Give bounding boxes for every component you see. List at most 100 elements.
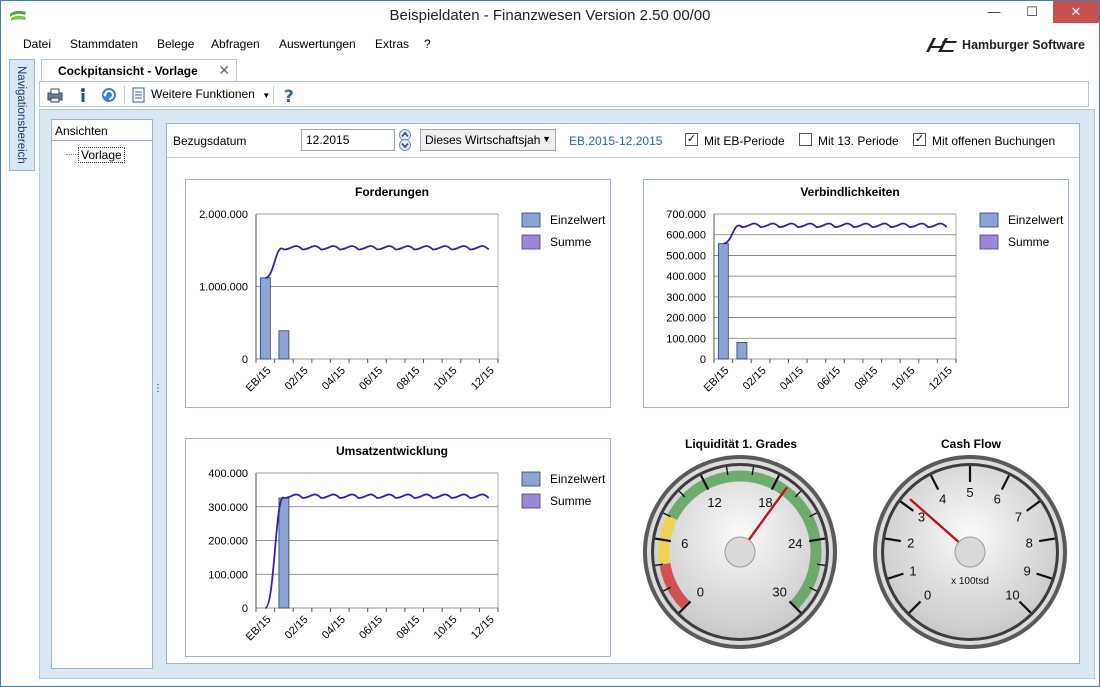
x-tick-label: 02/15 xyxy=(741,365,769,393)
eb-period-label: Mit EB-Periode xyxy=(704,134,785,148)
gauge-hub xyxy=(954,536,986,568)
y-tick-label: 2.000.000 xyxy=(199,209,248,221)
chart-title: Umsatzentwicklung xyxy=(336,444,448,458)
tab-close-icon[interactable]: ✕ xyxy=(218,62,230,79)
info-icon[interactable] xyxy=(74,86,92,104)
x-tick-label: 10/15 xyxy=(432,614,460,642)
x-tick-label: 04/15 xyxy=(778,365,806,393)
legend-swatch-einzelwert xyxy=(521,471,541,487)
chart-forderungen-svg: Forderungen 0 1.000.000 2.000.000 EB/15 02/15… xyxy=(199,185,606,395)
legend-label-summe: Summe xyxy=(550,494,592,508)
printer-icon[interactable] xyxy=(46,86,64,104)
filter-row: Bezugsdatum 12.2015 Dieses Wirtschaftsja… xyxy=(167,124,1079,158)
window-title: Beispieldaten - Finanzwesen Version 2.50… xyxy=(389,7,711,24)
tab-label: Cockpitansicht - Vorlage xyxy=(58,64,198,78)
gauge-cashflow-title: Cash Flow xyxy=(940,437,1001,451)
y-tick-label: 300.000 xyxy=(208,502,248,514)
gauge-scale-label: 6 xyxy=(994,492,1001,507)
checkmark-icon: ✓ xyxy=(914,133,925,145)
x-tick-label: 06/15 xyxy=(815,365,843,393)
more-functions-label: Weitere Funktionen xyxy=(151,87,255,101)
legend-label-summe: Summe xyxy=(1008,235,1050,249)
gauge-scale-label: 8 xyxy=(1026,536,1033,551)
gauge-scale-label: 18 xyxy=(758,495,772,510)
period13-label: Mit 13. Periode xyxy=(818,134,899,148)
legend-swatch-einzelwert xyxy=(521,212,541,228)
x-tick-label: EB/15 xyxy=(702,365,732,395)
date-spinner[interactable] xyxy=(397,129,413,151)
x-tick-label: 10/15 xyxy=(890,365,918,393)
tree-item-vorlage[interactable]: Vorlage xyxy=(78,147,125,163)
legend-swatch-summe xyxy=(979,234,999,250)
y-tick-label: 400.000 xyxy=(666,271,706,283)
period-select-value: Dieses Wirtschaftsjah xyxy=(425,133,541,147)
more-functions-dropdown[interactable]: Weitere Funktionen ▼ xyxy=(151,87,270,101)
title-bar: Beispieldaten - Finanzwesen Version 2.50… xyxy=(1,1,1099,31)
menu-bar: Datei Stammdaten Belege Abfragen Auswert… xyxy=(9,33,1093,55)
navigation-sidebar-toggle[interactable]: Navigationsbereich xyxy=(9,59,35,171)
legend-label-einzelwert: Einzelwert xyxy=(1008,213,1064,227)
gauge-scale-label: 0 xyxy=(924,587,931,602)
x-tick-label: 02/15 xyxy=(283,614,311,642)
gauge-scale-label: 30 xyxy=(772,585,786,600)
x-tick-label: EB/15 xyxy=(244,614,274,644)
menu-help[interactable]: ? xyxy=(424,37,431,51)
bar-einzelwert xyxy=(736,342,748,360)
gauge-scale-label: 4 xyxy=(939,492,946,507)
x-tick-label: 04/15 xyxy=(320,365,348,393)
brand-name: Hamburger Software xyxy=(962,38,1085,52)
menu-belege[interactable]: Belege xyxy=(157,37,194,51)
menu-auswertungen[interactable]: Auswertungen xyxy=(279,37,356,51)
period-select[interactable]: Dieses Wirtschaftsjah ▼ xyxy=(420,129,556,151)
open-bookings-label: Mit offenen Buchungen xyxy=(932,134,1056,148)
bar-einzelwert xyxy=(278,497,290,609)
refresh-icon[interactable] xyxy=(100,86,118,104)
reference-date-input[interactable]: 12.2015 xyxy=(301,129,395,151)
legend-label-einzelwert: Einzelwert xyxy=(550,213,606,227)
y-tick-label: 100.000 xyxy=(666,333,706,345)
app-window: Beispieldaten - Finanzwesen Version 2.50… xyxy=(0,0,1100,687)
chevron-down-icon: ▼ xyxy=(262,91,271,100)
y-tick-label: 0 xyxy=(242,354,248,366)
tab-cockpit-vorlage[interactable]: Cockpitansicht - Vorlage ✕ xyxy=(41,59,237,81)
gauge-hub xyxy=(724,536,756,568)
chart-verbindlichkeiten-svg: Verbindlichkeiten 0 100.000 200.000 300.000 4… xyxy=(666,185,1064,395)
tree-header: Ansichten xyxy=(55,124,108,138)
x-tick-label: 12/15 xyxy=(469,365,497,393)
panel-splitter[interactable]: ⋮ xyxy=(153,384,163,401)
line-summe xyxy=(264,245,490,279)
y-tick-label: 100.000 xyxy=(208,569,248,581)
open-bookings-checkbox[interactable]: ✓ xyxy=(913,133,926,146)
x-tick-label: 08/15 xyxy=(852,365,880,393)
toolbar: Weitere Funktionen ▼ ? xyxy=(39,81,1089,107)
x-tick-label: 04/15 xyxy=(320,614,348,642)
x-tick-label: 08/15 xyxy=(394,614,422,642)
bar-einzelwert xyxy=(278,330,290,360)
y-tick-label: 1.000.000 xyxy=(199,282,248,294)
gauge-scale-label: 6 xyxy=(681,536,688,551)
help-icon[interactable]: ? xyxy=(280,86,298,104)
maximize-button[interactable]: ☐ xyxy=(1015,1,1049,23)
x-tick-label: 02/15 xyxy=(283,365,311,393)
menu-stammdaten[interactable]: Stammdaten xyxy=(70,37,138,51)
period13-checkbox[interactable] xyxy=(799,133,812,146)
menu-datei[interactable]: Datei xyxy=(23,37,51,51)
minimize-button[interactable]: — xyxy=(977,1,1011,23)
x-tick-label: EB/15 xyxy=(244,365,274,395)
close-button[interactable]: ✕ xyxy=(1053,1,1099,23)
tree-divider xyxy=(52,140,152,141)
navigation-sidebar-label: Navigationsbereich xyxy=(15,66,27,164)
svg-text:?: ? xyxy=(284,87,294,104)
gauge-scale-label: 10 xyxy=(1005,587,1019,602)
line-summe xyxy=(723,222,948,245)
menu-abfragen[interactable]: Abfragen xyxy=(211,37,260,51)
x-tick-label: 12/15 xyxy=(469,614,497,642)
line-summe xyxy=(264,493,490,609)
menu-extras[interactable]: Extras xyxy=(375,37,409,51)
toolbar-separator xyxy=(273,86,274,104)
functions-icon[interactable] xyxy=(130,86,148,104)
eb-period-checkbox[interactable]: ✓ xyxy=(685,133,698,146)
gauge-scale-label: 1 xyxy=(909,564,916,579)
gauge-liquidity-title: Liquidität 1. Grades xyxy=(684,437,798,451)
legend-label-summe: Summe xyxy=(550,235,592,249)
